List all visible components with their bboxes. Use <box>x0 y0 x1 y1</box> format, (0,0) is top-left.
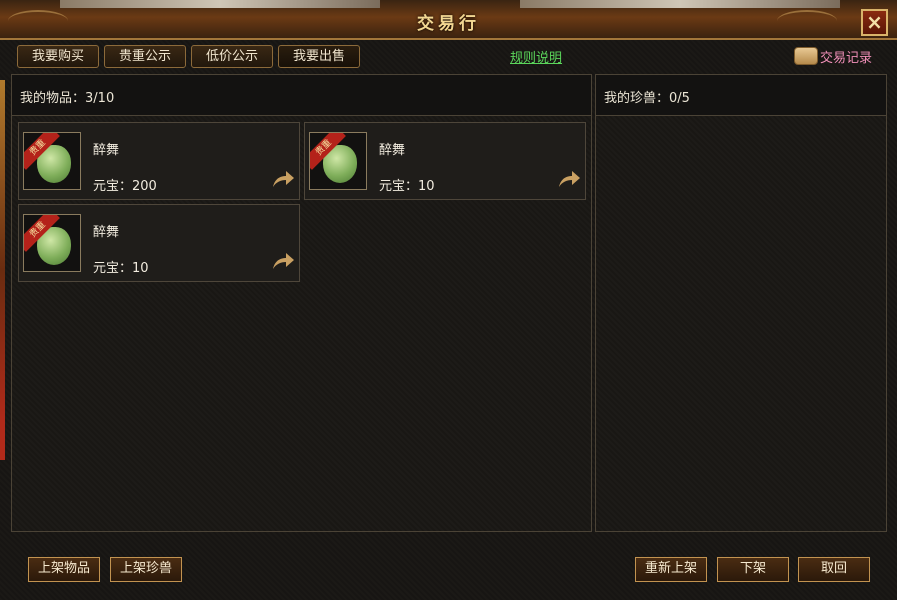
my-pets-header: 我的珍兽：0/5 <box>596 75 886 116</box>
item-icon-frame: 贵重 <box>309 132 367 190</box>
my-items-list: 贵重 醉舞 元宝：200 贵重 醉舞 元宝：10 贵重 醉舞 元宝：10 <box>12 116 591 531</box>
title-bar: 交易行 × <box>0 0 897 40</box>
share-arrow-icon[interactable] <box>271 170 295 188</box>
list-item-button[interactable]: 上架物品 <box>28 557 100 582</box>
my-pets-label: 我的珍兽： <box>604 91 670 106</box>
share-arrow-icon[interactable] <box>271 252 295 270</box>
close-icon: × <box>866 10 883 34</box>
retrieve-button[interactable]: 取回 <box>798 557 870 582</box>
relist-button[interactable]: 重新上架 <box>635 557 707 582</box>
trade-window: 交易行 × 我要购买 贵重公示 低价公示 我要出售 规则说明 交易记录 我的物品… <box>0 0 897 600</box>
my-items-count: 3/10 <box>85 91 115 106</box>
item-price: 元宝：10 <box>93 261 149 276</box>
my-pets-list <box>596 116 886 531</box>
item-name: 醉舞 <box>379 143 406 158</box>
delist-button[interactable]: 下架 <box>717 557 789 582</box>
my-pets-count: 0/5 <box>669 91 690 106</box>
item-card[interactable]: 贵重 醉舞 元宝：10 <box>304 122 586 200</box>
item-icon-frame: 贵重 <box>23 132 81 190</box>
share-arrow-icon[interactable] <box>557 170 581 188</box>
tab-lowprice-notice[interactable]: 低价公示 <box>191 45 273 68</box>
item-name: 醉舞 <box>93 225 120 240</box>
scenery-strip <box>520 0 840 8</box>
my-pets-panel: 我的珍兽：0/5 <box>595 74 887 532</box>
tab-sell[interactable]: 我要出售 <box>278 45 360 68</box>
my-items-label: 我的物品： <box>20 91 86 106</box>
window-title: 交易行 <box>417 14 480 34</box>
item-price: 元宝：10 <box>379 179 435 194</box>
side-decoration <box>0 80 5 460</box>
trade-record-label: 交易记录 <box>820 50 873 66</box>
item-price: 元宝：200 <box>93 179 157 194</box>
scroll-icon <box>794 47 818 65</box>
item-icon-frame: 贵重 <box>23 214 81 272</box>
trade-record-button[interactable]: 交易记录 <box>794 45 872 67</box>
item-name: 醉舞 <box>93 143 120 158</box>
item-card[interactable]: 贵重 醉舞 元宝：200 <box>18 122 300 200</box>
rules-link[interactable]: 规则说明 <box>510 47 562 66</box>
tab-valuable-notice[interactable]: 贵重公示 <box>104 45 186 68</box>
my-items-panel: 我的物品：3/10 贵重 醉舞 元宝：200 贵重 醉舞 元宝：10 贵重 醉舞… <box>11 74 592 532</box>
tab-buy[interactable]: 我要购买 <box>17 45 99 68</box>
list-pet-button[interactable]: 上架珍兽 <box>110 557 182 582</box>
item-card[interactable]: 贵重 醉舞 元宝：10 <box>18 204 300 282</box>
scenery-strip <box>60 0 380 8</box>
my-items-header: 我的物品：3/10 <box>12 75 591 116</box>
close-button[interactable]: × <box>861 9 888 36</box>
